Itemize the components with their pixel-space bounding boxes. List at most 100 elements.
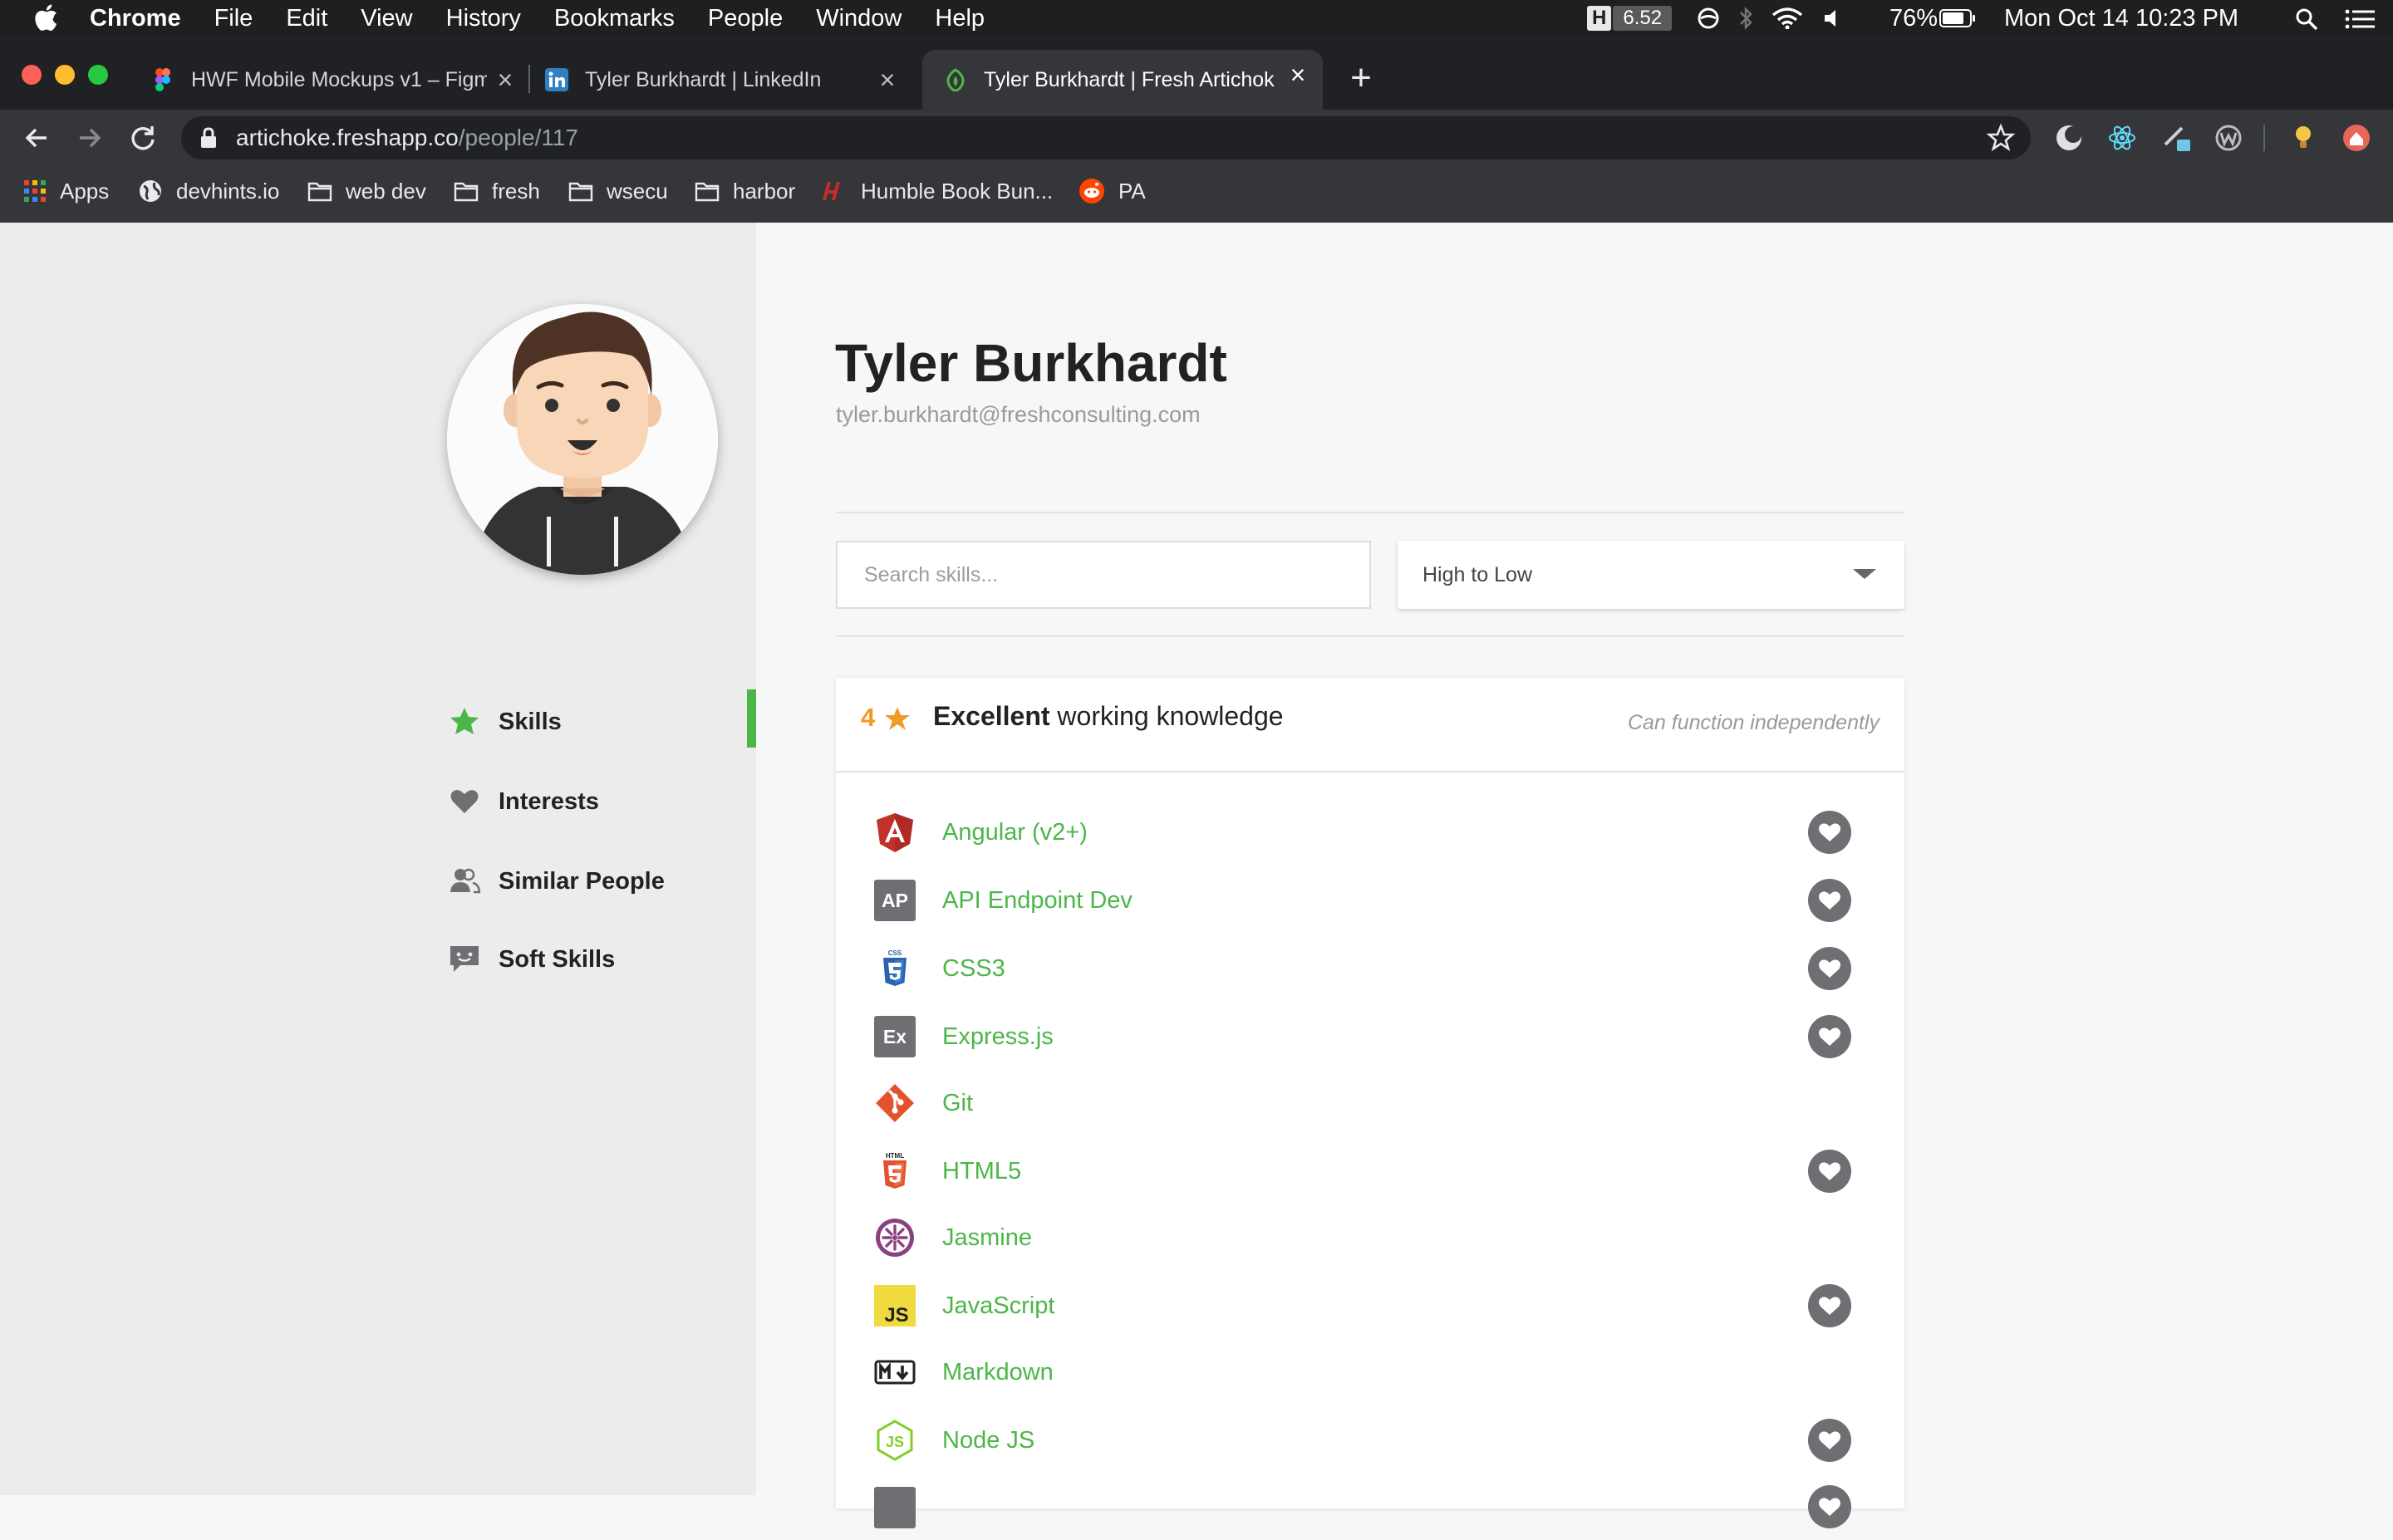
menu-window[interactable]: Window: [816, 5, 902, 32]
favorite-button[interactable]: [1808, 879, 1851, 922]
heart-icon: [1819, 1498, 1840, 1516]
bookmark-star-icon[interactable]: [1986, 123, 2016, 153]
menu-bookmarks[interactable]: Bookmarks: [554, 5, 675, 32]
menu-people[interactable]: People: [708, 5, 783, 32]
back-icon[interactable]: [22, 123, 52, 153]
skill-row: AP API Endpoint Dev: [836, 867, 1904, 934]
favorite-button[interactable]: [1808, 1015, 1851, 1058]
spotlight-search-icon[interactable]: [2295, 7, 2318, 31]
favorite-button[interactable]: [1808, 1284, 1851, 1327]
skill-row: JS Node JS: [836, 1407, 1904, 1474]
skill-row: Markdown: [836, 1339, 1904, 1405]
favorite-button[interactable]: [1808, 1485, 1851, 1528]
skill-name-link[interactable]: Jasmine: [942, 1204, 1032, 1271]
skill-name-link[interactable]: API Endpoint Dev: [942, 867, 1133, 934]
bookmark-label: fresh: [492, 178, 540, 204]
skill-name-link[interactable]: Express.js: [942, 1003, 1054, 1070]
skill-name-link[interactable]: JavaScript: [942, 1273, 1054, 1339]
extension-dropper-icon[interactable]: [2162, 123, 2192, 153]
globe-icon: [140, 180, 161, 202]
figma-icon: [155, 68, 170, 91]
bookmark-pa[interactable]: PA: [1079, 176, 1146, 206]
bookmark-folder-harbor[interactable]: harbor: [695, 176, 795, 206]
bookmark-apps[interactable]: Apps: [23, 176, 109, 206]
window-minimize-button[interactable]: [55, 65, 75, 85]
tab-title: Tyler Burkhardt | LinkedIn: [585, 67, 822, 91]
bookmark-humble-bundle[interactable]: Humble Book Bun...: [823, 176, 1053, 206]
forward-icon[interactable]: [75, 123, 105, 153]
wifi-icon[interactable]: [1771, 7, 1803, 29]
tab-title: HWF Mobile Mockups v1 – Figma: [191, 67, 487, 91]
skill-logo: [874, 1487, 916, 1528]
menu-app-name[interactable]: Chrome: [90, 5, 181, 32]
new-tab-button[interactable]: +: [1344, 60, 1378, 96]
bluetooth-icon[interactable]: [1738, 6, 1753, 31]
focus-icon[interactable]: [1697, 7, 1720, 30]
search-skills-box[interactable]: [836, 541, 1371, 609]
bookmark-folder-fresh[interactable]: fresh: [454, 176, 540, 206]
menu-edit[interactable]: Edit: [286, 5, 327, 32]
apple-icon[interactable]: [33, 3, 58, 32]
heart-icon: [1819, 959, 1840, 978]
battery-icon[interactable]: [1939, 9, 1976, 27]
tab-figma[interactable]: HWF Mobile Mockups v1 – Figma ×: [151, 55, 517, 105]
skill-name-link[interactable]: Markdown: [942, 1339, 1054, 1405]
nodejs-icon: JS: [877, 1420, 913, 1461]
harvest-timer[interactable]: H 6.52: [1587, 0, 1673, 37]
menu-view[interactable]: View: [361, 5, 412, 32]
tab-close-icon[interactable]: ×: [874, 66, 901, 93]
bookmark-devhints[interactable]: devhints.io: [138, 176, 279, 206]
skill-name-link[interactable]: Angular (v2+): [942, 799, 1088, 866]
folder-icon: [568, 182, 593, 202]
tab-fresh-artichoke[interactable]: Tyler Burkhardt | Fresh Artichoke ×: [922, 50, 1323, 110]
nav-item-skills[interactable]: Skills: [449, 701, 756, 743]
notification-center-icon[interactable]: [2345, 9, 2375, 29]
nav-item-interests[interactable]: Interests: [449, 781, 756, 822]
idea-bulb-icon[interactable]: [2288, 123, 2318, 153]
wappalyzer-icon[interactable]: [2214, 123, 2243, 153]
volume-icon[interactable]: [1823, 8, 1843, 28]
menu-clock[interactable]: Mon Oct 14 10:23 PM: [2004, 0, 2238, 37]
tab-linkedin[interactable]: Tyler Burkhardt | LinkedIn ×: [545, 55, 912, 105]
person-name: Tyler Burkhardt: [835, 333, 1227, 393]
window-close-button[interactable]: [22, 65, 42, 85]
react-devtools-icon[interactable]: [2107, 123, 2137, 153]
nav-item-label: Soft Skills: [499, 945, 616, 973]
sort-order-select[interactable]: High to Low: [1398, 541, 1904, 609]
skill-row: Angular (v2+): [836, 799, 1904, 866]
tab-close-icon[interactable]: ×: [492, 66, 518, 93]
mac-menu-bar: Chrome File Edit View History Bookmarks …: [0, 0, 2393, 37]
search-skills-input[interactable]: [864, 542, 1354, 607]
reload-icon[interactable]: [128, 123, 158, 153]
menu-history[interactable]: History: [446, 5, 521, 32]
extension-moon-icon[interactable]: [2054, 123, 2084, 153]
favorite-button[interactable]: [1808, 811, 1851, 854]
toolbar-divider: [2263, 125, 2265, 151]
chat-icon: [450, 946, 479, 972]
skill-name-link[interactable]: HTML5: [942, 1138, 1021, 1204]
skill-name-link[interactable]: Node JS: [942, 1407, 1034, 1474]
favorite-button[interactable]: [1808, 1419, 1851, 1462]
bookmark-label: devhints.io: [176, 178, 280, 204]
profile-avatar-icon[interactable]: [2341, 123, 2371, 153]
nav-item-similar-people[interactable]: Similar People: [449, 861, 756, 902]
skill-name-link[interactable]: Git: [942, 1070, 973, 1136]
menu-help[interactable]: Help: [935, 5, 985, 32]
tab-close-icon[interactable]: ×: [1285, 61, 1311, 88]
battery-percent[interactable]: 76%: [1889, 0, 1938, 37]
bookmark-folder-wsecu[interactable]: wsecu: [568, 176, 668, 206]
skill-level-description: Can function independently: [1627, 711, 1880, 734]
bookmark-folder-web-dev[interactable]: web dev: [307, 176, 426, 206]
menu-file[interactable]: File: [214, 5, 253, 32]
nav-item-label: Interests: [499, 787, 599, 815]
divider: [836, 635, 1904, 637]
favorite-button[interactable]: [1808, 947, 1851, 990]
artichoke-icon: [946, 68, 965, 91]
nav-item-soft-skills[interactable]: Soft Skills: [449, 939, 756, 980]
lock-icon[interactable]: [199, 126, 218, 150]
person-email[interactable]: tyler.burkhardt@freshconsulting.com: [836, 402, 1201, 428]
favorite-button[interactable]: [1808, 1150, 1851, 1193]
skill-name-link[interactable]: CSS3: [942, 935, 1005, 1002]
skill-level-strong: Excellent: [933, 701, 1050, 731]
window-zoom-button[interactable]: [88, 65, 108, 85]
